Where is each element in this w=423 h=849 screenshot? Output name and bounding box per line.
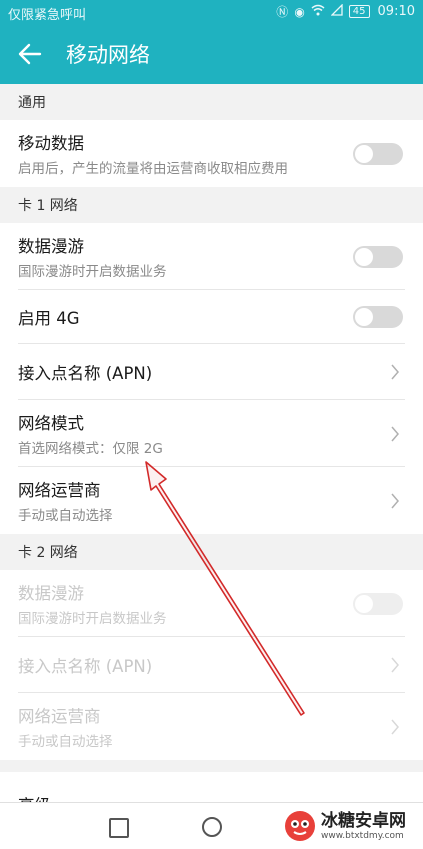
home-button[interactable] <box>202 817 222 837</box>
setting-title: 高级 <box>18 792 51 802</box>
setting-title: 接入点名称 (APN) <box>18 657 153 676</box>
setting-sim1-network-mode[interactable]: 网络模式 首选网络模式：仅限 2G <box>0 400 423 467</box>
app-bar: 移动网络 <box>0 24 423 84</box>
section-header-sim1: 卡 1 网络 <box>0 187 423 223</box>
back-arrow-icon <box>18 43 42 65</box>
setting-advanced[interactable]: 高级 <box>0 772 423 802</box>
settings-list[interactable]: 通用 移动数据 启用后，产生的流量将由运营商收取相应费用 卡 1 网络 数据漫游… <box>0 84 423 802</box>
setting-sim1-apn[interactable]: 接入点名称 (APN) <box>0 344 423 400</box>
signal-icon <box>330 3 343 19</box>
setting-subtitle: 手动或自动选择 <box>18 508 113 524</box>
watermark-text: 冰糖安卓网 www.btxtdmy.com <box>321 811 406 842</box>
page-title: 移动网络 <box>66 43 150 67</box>
eye-comfort-icon: ◉ <box>294 4 305 19</box>
sim1-enable-4g-toggle[interactable] <box>353 306 403 328</box>
nfc-icon: Ⓝ <box>276 4 289 19</box>
setting-sim1-data-roaming[interactable]: 数据漫游 国际漫游时开启数据业务 <box>0 223 423 290</box>
chevron-right-icon <box>391 364 399 380</box>
section-header-sim2: 卡 2 网络 <box>0 534 423 570</box>
section-header-general: 通用 <box>0 84 423 120</box>
status-icons: Ⓝ ◉ 45 09:10 <box>276 3 415 19</box>
setting-title: 网络运营商 <box>18 707 101 726</box>
setting-mobile-data[interactable]: 移动数据 启用后，产生的流量将由运营商收取相应费用 <box>0 120 423 187</box>
carrier-status-text: 仅限紧急呼叫 <box>8 8 87 23</box>
setting-title: 数据漫游 <box>18 584 84 603</box>
setting-title: 网络模式 <box>18 414 84 433</box>
setting-sim2-data-roaming: 数据漫游 国际漫游时开启数据业务 <box>0 570 423 637</box>
mobile-data-toggle[interactable] <box>353 142 403 165</box>
back-button[interactable] <box>12 36 48 72</box>
setting-sim1-network-operator[interactable]: 网络运营商 手动或自动选择 <box>0 467 423 534</box>
setting-title: 移动数据 <box>18 134 84 153</box>
recents-button[interactable] <box>109 818 129 838</box>
setting-sim2-network-operator: 网络运营商 手动或自动选择 <box>0 693 423 760</box>
watermark-logo-icon <box>285 811 315 841</box>
setting-subtitle: 启用后，产生的流量将由运营商收取相应费用 <box>18 161 288 177</box>
sim2-data-roaming-toggle <box>353 592 403 615</box>
setting-sim1-enable-4g[interactable]: 启用 4G <box>0 290 423 344</box>
setting-sim2-apn: 接入点名称 (APN) <box>0 637 423 693</box>
setting-subtitle: 国际漫游时开启数据业务 <box>18 611 167 627</box>
chevron-right-icon <box>391 719 399 734</box>
wifi-icon <box>311 4 325 19</box>
watermark-title: 冰糖安卓网 <box>321 810 406 831</box>
chevron-right-icon <box>391 493 399 508</box>
sim1-data-roaming-toggle[interactable] <box>353 245 403 268</box>
chevron-right-icon <box>391 657 399 673</box>
setting-title: 接入点名称 (APN) <box>18 364 153 383</box>
watermark: 冰糖安卓网 www.btxtdmy.com <box>283 807 423 845</box>
battery-level: 45 <box>348 5 370 18</box>
setting-title: 网络运营商 <box>18 481 101 500</box>
status-bar: 仅限紧急呼叫 Ⓝ ◉ 45 09:10 <box>0 0 423 24</box>
chevron-right-icon <box>391 426 399 441</box>
clock: 09:10 <box>377 4 415 19</box>
setting-subtitle: 国际漫游时开启数据业务 <box>18 264 167 280</box>
setting-subtitle: 手动或自动选择 <box>18 734 113 750</box>
setting-title: 启用 4G <box>18 309 80 328</box>
watermark-url: www.btxtdmy.com <box>321 830 404 841</box>
setting-title: 数据漫游 <box>18 237 84 256</box>
setting-subtitle: 首选网络模式：仅限 2G <box>18 441 163 457</box>
